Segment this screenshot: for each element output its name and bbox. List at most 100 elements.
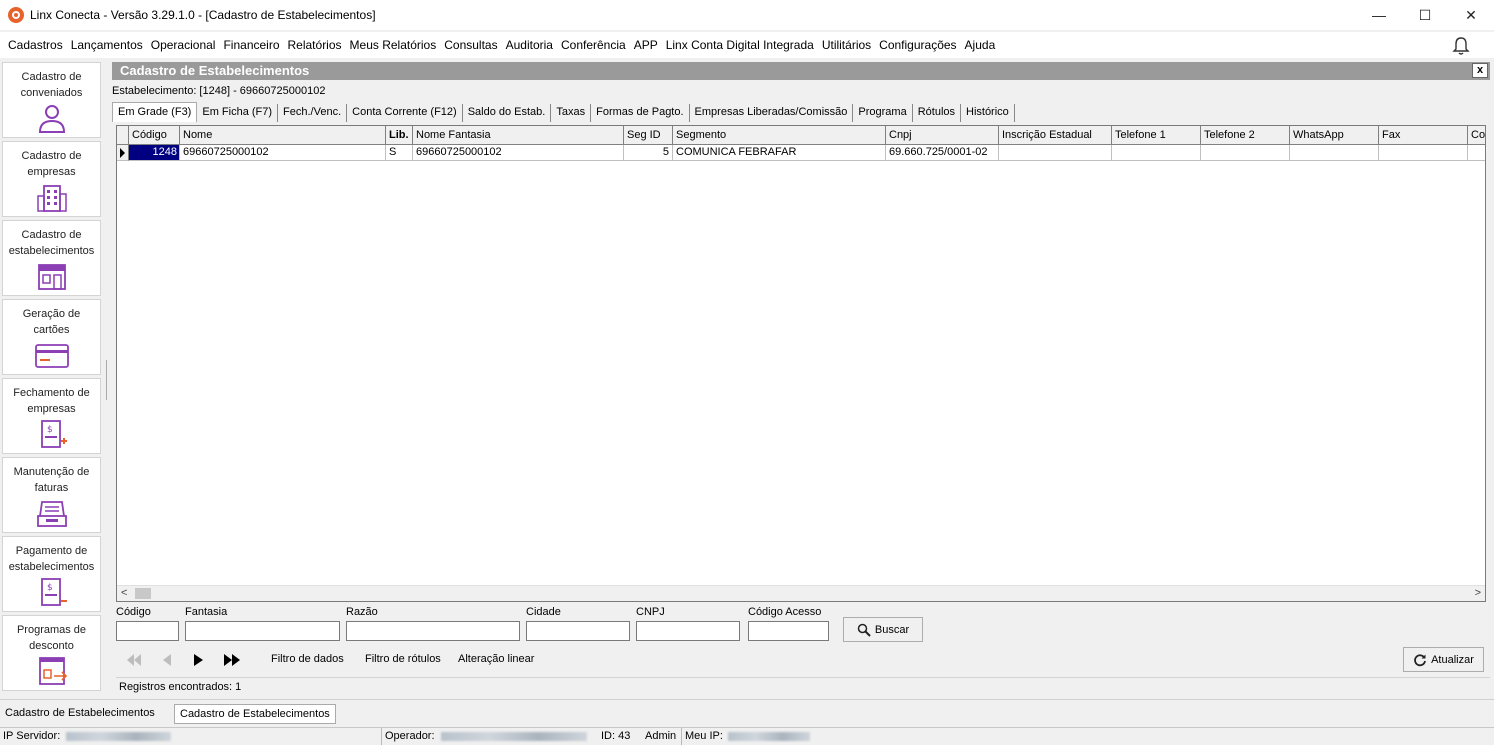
invoice-minus-icon: $	[40, 578, 67, 606]
bell-icon[interactable]	[1452, 36, 1470, 56]
cell-codigo[interactable]: 1248	[129, 145, 180, 161]
sidebar-item-label: Programas de desconto	[16, 624, 87, 652]
minimize-button[interactable]: —	[1356, 0, 1402, 30]
tab-fech-venc[interactable]: Fech./Venc.	[278, 104, 348, 122]
panel-close-button[interactable]: x	[1472, 63, 1488, 78]
sidebar-item-empresas[interactable]: Cadastro de empresas	[2, 141, 101, 217]
alteracao-linear-button[interactable]: Alteração linear	[458, 653, 534, 665]
sidebar-item-conveniados[interactable]: Cadastro de conveniados	[2, 62, 101, 138]
menu-auditoria[interactable]: Auditoria	[502, 38, 557, 52]
col-telefone-2[interactable]: Telefone 2	[1201, 126, 1290, 145]
codigo-acesso-field[interactable]	[748, 621, 829, 641]
tab-empresas-liberadas[interactable]: Empresas Liberadas/Comissão	[690, 104, 854, 122]
menu-cadastros[interactable]: Cadastros	[4, 38, 67, 52]
menu-lancamentos[interactable]: Lançamentos	[67, 38, 147, 52]
menu-configuracoes[interactable]: Configurações	[875, 38, 960, 52]
cell-cnpj[interactable]: 69.660.725/0001-02	[886, 145, 999, 161]
next-record-icon[interactable]	[189, 652, 209, 668]
col-telefone-1[interactable]: Telefone 1	[1112, 126, 1201, 145]
cell-inscricao-estadual[interactable]	[999, 145, 1112, 161]
cell-segmento[interactable]: COMUNICA FEBRAFAR	[673, 145, 886, 161]
tab-formas-pagto[interactable]: Formas de Pagto.	[591, 104, 690, 122]
col-lib[interactable]: Lib.	[386, 126, 413, 145]
first-record-icon[interactable]	[124, 652, 144, 668]
window-tab-2[interactable]: Cadastro de Estabelecimentos	[174, 704, 336, 724]
cell-whatsapp[interactable]	[1290, 145, 1379, 161]
atualizar-label: Atualizar	[1431, 653, 1474, 666]
razao-label: Razão	[346, 606, 378, 618]
sidebar-item-pagamento[interactable]: Pagamento de estabelecimentos $	[2, 536, 101, 612]
tab-em-ficha[interactable]: Em Ficha (F7)	[197, 104, 279, 122]
sidebar-item-faturas[interactable]: Manutenção de faturas	[2, 457, 101, 533]
scroll-right-icon[interactable]: >	[1475, 587, 1481, 599]
buscar-button[interactable]: Buscar	[843, 617, 923, 642]
atualizar-button[interactable]: Atualizar	[1403, 647, 1484, 672]
search-icon	[857, 623, 871, 637]
close-button[interactable]: ✕	[1448, 0, 1494, 30]
sidebar-item-fechamento[interactable]: Fechamento de empresas $	[2, 378, 101, 454]
row-indicator-header	[117, 126, 129, 145]
menu-app[interactable]: APP	[630, 38, 662, 52]
tab-historico[interactable]: Histórico	[961, 104, 1015, 122]
menu-consultas[interactable]: Consultas	[440, 38, 501, 52]
tab-em-grade[interactable]: Em Grade (F3)	[112, 102, 198, 122]
data-grid[interactable]: Código Nome Lib. Nome Fantasia Seg ID Se…	[116, 125, 1486, 602]
last-record-icon[interactable]	[222, 652, 242, 668]
col-fax[interactable]: Fax	[1379, 126, 1468, 145]
cnpj-field[interactable]	[636, 621, 740, 641]
cell-telefone-1[interactable]	[1112, 145, 1201, 161]
menu-utilitarios[interactable]: Utilitários	[818, 38, 875, 52]
cell-seg-id[interactable]: 5	[624, 145, 673, 161]
col-codigo[interactable]: Código	[129, 126, 180, 145]
codigo-field[interactable]	[116, 621, 179, 641]
menu-financeiro[interactable]: Financeiro	[219, 38, 283, 52]
cell-fax[interactable]	[1379, 145, 1468, 161]
maximize-button[interactable]: ☐	[1402, 0, 1448, 30]
fantasia-field[interactable]	[185, 621, 340, 641]
sidebar-item-cartoes[interactable]: Geração de cartões	[2, 299, 101, 375]
scroll-thumb[interactable]	[135, 588, 151, 599]
filtro-rotulos-button[interactable]: Filtro de rótulos	[365, 653, 441, 665]
cidade-field[interactable]	[526, 621, 630, 641]
window-tab-1[interactable]: Cadastro de Estabelecimentos	[0, 704, 160, 724]
table-row[interactable]: 1248 69660725000102 S 69660725000102 5 C…	[117, 145, 1485, 161]
razao-field[interactable]	[346, 621, 520, 641]
svg-text:$: $	[47, 425, 53, 435]
menu-meus-relatorios[interactable]: Meus Relatórios	[346, 38, 441, 52]
prev-record-icon[interactable]	[157, 652, 177, 668]
col-nome-fantasia[interactable]: Nome Fantasia	[413, 126, 624, 145]
tab-programa[interactable]: Programa	[853, 104, 913, 122]
meu-ip-label: Meu IP:	[685, 730, 723, 742]
tab-saldo-estab[interactable]: Saldo do Estab.	[463, 104, 552, 122]
col-nome[interactable]: Nome	[180, 126, 386, 145]
menu-operacional[interactable]: Operacional	[147, 38, 220, 52]
menu-linx-conta-digital[interactable]: Linx Conta Digital Integrada	[662, 38, 818, 52]
col-seg-id[interactable]: Seg ID	[624, 126, 673, 145]
filtro-dados-button[interactable]: Filtro de dados	[271, 653, 344, 665]
invoice-plus-icon: $	[40, 420, 67, 448]
menu-conferencia[interactable]: Conferência	[557, 38, 630, 52]
col-whatsapp[interactable]: WhatsApp	[1290, 126, 1379, 145]
cell-nome-fantasia[interactable]: 69660725000102	[413, 145, 624, 161]
scroll-left-icon[interactable]: <	[121, 587, 127, 599]
horizontal-scrollbar[interactable]: < >	[117, 585, 1485, 601]
sidebar-splitter[interactable]	[104, 60, 110, 694]
col-cnpj[interactable]: Cnpj	[886, 126, 999, 145]
col-inscricao-estadual[interactable]: Inscrição Estadual	[999, 126, 1112, 145]
tab-rotulos[interactable]: Rótulos	[913, 104, 961, 122]
col-segmento[interactable]: Segmento	[673, 126, 886, 145]
tab-conta-corrente[interactable]: Conta Corrente (F12)	[347, 104, 463, 122]
cell-telefone-2[interactable]	[1201, 145, 1290, 161]
cell-co[interactable]	[1468, 145, 1485, 161]
tab-taxas[interactable]: Taxas	[551, 104, 592, 122]
discount-icon	[38, 657, 67, 685]
estabelecimento-info: Estabelecimento: [1248] - 69660725000102	[112, 85, 326, 97]
menu-ajuda[interactable]: Ajuda	[961, 38, 1000, 52]
cell-lib[interactable]: S	[386, 145, 413, 161]
cell-nome[interactable]: 69660725000102	[180, 145, 386, 161]
refresh-icon	[1414, 653, 1426, 666]
menu-relatorios[interactable]: Relatórios	[284, 38, 346, 52]
sidebar-item-estabelecimentos[interactable]: Cadastro de estabelecimentos	[2, 220, 101, 296]
sidebar-item-programas[interactable]: Programas de desconto	[2, 615, 101, 691]
col-co[interactable]: Co	[1468, 126, 1485, 145]
